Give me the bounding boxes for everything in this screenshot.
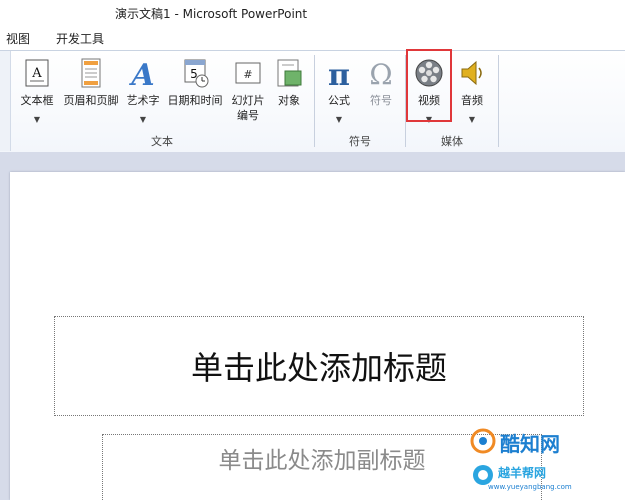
chevron-down-icon: ▼ (335, 115, 343, 124)
group-symbols-label: 符号 (349, 135, 371, 148)
watermark: 酷知网 越羊帮网 www.yueyangbang.com (470, 426, 620, 498)
title-bar: 演示文稿1 - Microsoft PowerPoint (0, 0, 625, 26)
tab-developer[interactable]: 开发工具 (56, 30, 104, 47)
watermark-line3: www.yueyangbang.com (488, 483, 572, 491)
header-footer-label: 页眉和页脚 (63, 94, 119, 107)
slide-number-icon: # (235, 62, 261, 84)
title-placeholder-text: 单击此处添加标题 (190, 349, 447, 387)
textbox-icon: A (25, 59, 49, 87)
video-highlight-box (406, 49, 452, 122)
datetime-icon: 5 (184, 59, 209, 88)
equation-label: 公式 (328, 94, 350, 107)
watermark-line1: 酷知网 (500, 432, 560, 456)
pi-icon: π (328, 58, 350, 89)
ribbon-tabs: 视图 开发工具 (0, 26, 625, 50)
omega-icon: Ω (369, 58, 392, 89)
symbol-label: 符号 (370, 94, 392, 107)
speaker-icon (461, 60, 482, 86)
ribbon: A 文本框 ▼ 页眉和页脚 A 艺术字 ▼ 5 日期和时间 # 幻灯片 编号 对… (0, 50, 625, 154)
group-divider (498, 55, 499, 147)
wordart-icon: A (128, 58, 154, 89)
wordart-label: 艺术字 (126, 94, 160, 107)
datetime-label: 日期和时间 (167, 94, 223, 107)
watermark-line2: 越羊帮网 (498, 466, 547, 480)
chevron-down-icon: ▼ (468, 115, 476, 124)
textbox-label: 文本框 (20, 94, 54, 107)
watermark-logo-icon (470, 428, 496, 454)
slide-number-label-line2: 编号 (237, 109, 259, 122)
title-placeholder[interactable]: 单击此处添加标题 (54, 316, 584, 416)
object-icon (277, 59, 302, 87)
group-media-label: 媒体 (441, 135, 463, 148)
tab-view[interactable]: 视图 (6, 30, 30, 47)
svg-text:A: A (128, 58, 154, 89)
svg-text:π: π (328, 58, 350, 89)
svg-text:A: A (31, 66, 42, 81)
object-label: 对象 (278, 94, 300, 107)
window-title: 演示文稿1 - Microsoft PowerPoint (115, 7, 308, 21)
svg-text:Ω: Ω (369, 58, 392, 89)
group-text-label: 文本 (151, 135, 173, 148)
svg-text:#: # (243, 68, 252, 81)
audio-label: 音频 (461, 94, 483, 107)
header-footer-icon (81, 58, 101, 88)
chevron-down-icon: ▼ (33, 115, 41, 124)
slide-number-label-line1: 幻灯片 (231, 94, 265, 107)
chevron-down-icon: ▼ (139, 115, 147, 124)
slide-number-label: 幻灯片 编号 (226, 93, 270, 123)
